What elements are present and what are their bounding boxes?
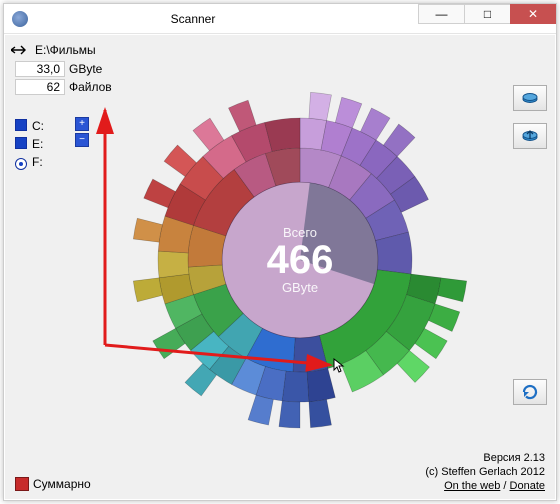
path-text[interactable]: E:\Фильмы — [35, 43, 96, 57]
title-bar: Scanner — □ ✕ — [4, 4, 556, 34]
sunburst-chart[interactable]: Всего 466 GByte — [115, 75, 485, 445]
drive-item-f[interactable]: F: — [15, 153, 85, 171]
size-value: 33,0 — [15, 61, 65, 77]
drive-label: E: — [32, 137, 43, 151]
path-arrow-icon — [11, 43, 31, 57]
drive-label: C: — [32, 119, 44, 133]
close-button[interactable]: ✕ — [510, 4, 556, 24]
remove-drive-button[interactable]: − — [75, 133, 89, 147]
version-label: Версия 2.13 — [425, 451, 545, 465]
footer-credits: Версия 2.13 (c) Steffen Gerlach 2012 On … — [425, 451, 545, 493]
files-unit: Файлов — [69, 79, 112, 95]
legend: Суммарно — [15, 477, 91, 491]
window-buttons: — □ ✕ — [418, 4, 556, 24]
legend-swatch — [15, 477, 29, 491]
copyright-label: (c) Steffen Gerlach 2012 — [425, 465, 545, 479]
window-title: Scanner — [0, 12, 418, 26]
add-drive-button[interactable]: + — [75, 117, 89, 131]
link-donate[interactable]: Donate — [510, 480, 545, 492]
toolbar-right-bottom — [513, 379, 547, 443]
refresh-button[interactable] — [513, 379, 547, 405]
drive-square-icon — [15, 119, 29, 133]
maximize-button[interactable]: □ — [464, 4, 510, 24]
parent-button[interactable] — [513, 123, 547, 149]
minimize-button[interactable]: — — [418, 4, 464, 24]
link-web[interactable]: On the web — [444, 480, 500, 492]
footer-links: On the web / Donate — [425, 479, 545, 493]
toolbar-right-top — [513, 85, 547, 149]
drive-edit-buttons: + − — [75, 117, 89, 147]
files-value: 62 — [15, 79, 65, 95]
drive-square-icon — [15, 137, 29, 151]
drive-label: F: — [32, 155, 43, 169]
size-unit: GByte — [69, 61, 102, 77]
client-area: E:\Фильмы 33,0 GByte 62 Файлов C: E: F: … — [5, 35, 555, 499]
path-row: E:\Фильмы — [11, 41, 549, 59]
rescan-button[interactable] — [513, 85, 547, 111]
drive-disc-icon — [15, 155, 29, 169]
legend-label: Суммарно — [33, 477, 91, 491]
